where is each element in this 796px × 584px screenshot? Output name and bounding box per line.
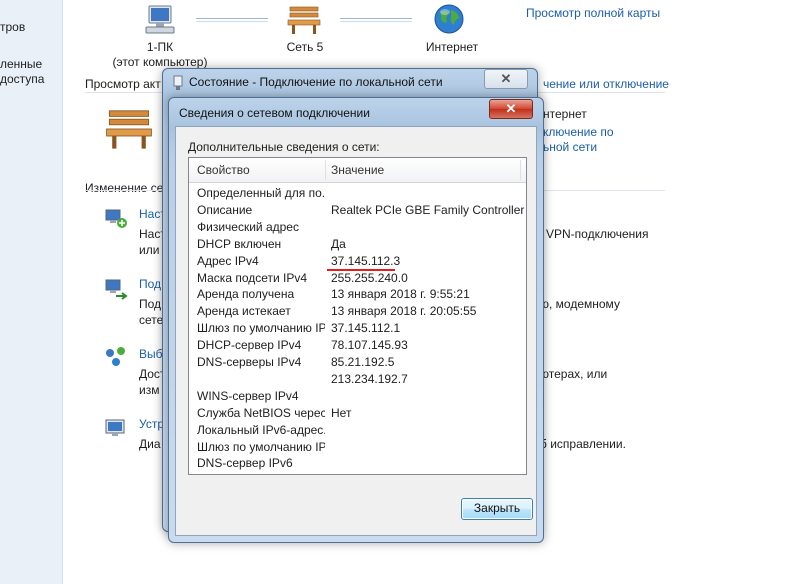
table-row[interactable]: Шлюз по умолчанию IP... 37.145.112.1: [189, 320, 526, 337]
table-row[interactable]: Физический адрес: [189, 219, 526, 236]
connect-disconnect-link[interactable]: чение или отключение: [543, 77, 669, 91]
table-row[interactable]: Маска подсети IPv4 255.255.240.0: [189, 270, 526, 287]
change-settings-heading: Изменение се: [85, 181, 164, 195]
details-dialog-body: Дополнительные сведения о сети: Свойство…: [175, 126, 537, 536]
property-cell: Маска подсети IPv4: [197, 270, 308, 285]
property-cell: Адрес IPv4: [197, 253, 259, 268]
list-header: Свойство Значение: [189, 158, 526, 183]
table-row[interactable]: Локальный IPv6-адрес...: [189, 422, 526, 439]
network-connect-icon: [104, 277, 128, 304]
map-node-label: Сеть 5: [286, 40, 324, 54]
map-connection-line: [196, 18, 268, 22]
map-node-sublabel: (этот компьютер): [112, 55, 208, 69]
value-cell: 37.145.112.1: [331, 321, 401, 336]
table-row[interactable]: DHCP включен Да: [189, 236, 526, 253]
bench-icon[interactable]: [287, 5, 321, 38]
table-row[interactable]: WINS-сервер IPv4: [189, 388, 526, 405]
value-cell: 13 января 2018 г. 20:05:55: [331, 304, 477, 319]
bench-icon: [104, 108, 154, 153]
table-row[interactable]: DNS-серверы IPv4 85.21.192.5: [189, 354, 526, 371]
table-row[interactable]: Шлюз по умолчанию IP...: [189, 439, 526, 456]
value-cell: 13 января 2018 г. 9:55:21: [331, 287, 470, 302]
network-status-icon: [171, 75, 185, 94]
property-cell: Локальный IPv6-адрес...: [197, 422, 325, 437]
value-cell: 213.234.192.7: [331, 371, 408, 386]
local-connection-link[interactable]: ьной сети: [543, 140, 597, 154]
local-connection-link[interactable]: ключение по: [543, 125, 614, 139]
property-cell: WINS-сервер IPv4: [197, 388, 299, 403]
task-link[interactable]: Выб: [139, 347, 163, 361]
details-dialog-title: Сведения о сетевом подключении: [179, 106, 370, 120]
value-cell: 255.255.240.0: [331, 270, 408, 285]
task-description: VPN-подключения: [546, 227, 649, 241]
view-active-networks-heading: Просмотр акт: [85, 77, 161, 91]
task-description: или: [139, 243, 160, 257]
status-dialog-title: Состояние - Подключение по локальной сет…: [189, 75, 443, 89]
ipv4-address-value: 37.145.112.3: [331, 253, 401, 268]
task-description: Диа: [139, 437, 161, 451]
network-setup-icon: [104, 206, 128, 233]
property-cell: Аренда истекает: [197, 304, 291, 319]
map-node-label: Интернет: [425, 40, 479, 54]
value-cell: 85.21.192.5: [331, 355, 395, 369]
close-button[interactable]: ✕: [489, 99, 533, 119]
details-dialog: Сведения о сетевом подключении ✕ Дополни…: [168, 97, 544, 543]
property-cell: Определенный для по...: [197, 186, 325, 200]
view-full-map-link[interactable]: Просмотр полной карты: [526, 6, 660, 20]
left-navigation-pane: тров ленные доступа: [0, 0, 63, 584]
property-cell: Шлюз по умолчанию IP...: [197, 321, 325, 336]
column-divider[interactable]: [520, 160, 521, 180]
task-description: б исправлении.: [540, 437, 626, 451]
access-type-value: нтернет: [543, 107, 587, 121]
task-link[interactable]: Устр: [139, 417, 164, 431]
value-cell: Нет: [331, 405, 352, 420]
table-row[interactable]: Определенный для по...: [189, 185, 526, 202]
computer-icon[interactable]: [143, 4, 177, 39]
property-cell: DNS-сервер IPv6: [197, 456, 293, 471]
details-list[interactable]: Свойство Значение Определенный для по...…: [188, 157, 527, 475]
task-description: сете: [139, 313, 164, 327]
task-link[interactable]: Под: [139, 277, 161, 291]
table-row[interactable]: Описание Realtek PCIe GBE Family Controll…: [189, 202, 526, 219]
homegroup-icon: [104, 345, 128, 372]
value-cell: 78.107.145.93: [331, 338, 408, 353]
task-description: Под: [139, 297, 162, 311]
left-nav-item[interactable]: ленные: [0, 57, 42, 71]
value-cell: Да: [331, 236, 346, 251]
table-row[interactable]: Аренда получена 13 января 2018 г. 9:55:21: [189, 286, 526, 303]
value-cell: Realtek PCIe GBE Family Controller: [331, 202, 525, 217]
troubleshoot-icon: [104, 417, 128, 444]
column-header-property[interactable]: Свойство: [197, 163, 250, 177]
table-row[interactable]: DHCP-сервер IPv4 78.107.145.93: [189, 337, 526, 354]
property-cell: Служба NetBIOS черес...: [197, 405, 325, 420]
close-dialog-button[interactable]: Закрыть: [461, 498, 533, 520]
close-button[interactable]: ✕: [484, 69, 528, 89]
property-cell: Описание: [197, 202, 253, 217]
property-cell: DHCP включен: [197, 236, 282, 251]
task-description: ютерах, или: [540, 367, 608, 381]
map-connection-line: [340, 18, 412, 22]
property-cell: DNS-серверы IPv4: [197, 355, 302, 369]
left-nav-item[interactable]: доступа: [0, 72, 44, 86]
table-row[interactable]: Аренда истекает 13 января 2018 г. 20:05:5…: [189, 303, 526, 320]
task-description: изм: [139, 383, 160, 397]
table-row[interactable]: Адрес IPv4 37.145.112.3: [189, 253, 526, 271]
globe-icon[interactable]: [433, 3, 465, 38]
property-cell: Шлюз по умолчанию IP...: [197, 439, 325, 454]
table-row[interactable]: 213.234.192.7: [189, 371, 526, 388]
column-divider[interactable]: [325, 160, 326, 180]
table-row[interactable]: Служба NetBIOS черес... Нет: [189, 405, 526, 422]
details-caption: Дополнительные сведения о сети:: [188, 140, 380, 154]
property-cell: DHCP-сервер IPv4: [197, 338, 302, 353]
task-description: ю, модемному: [540, 297, 620, 311]
left-nav-item[interactable]: тров: [0, 20, 25, 34]
column-header-value[interactable]: Значение: [331, 163, 384, 177]
property-cell: Аренда получена: [197, 287, 295, 302]
map-node-label: 1-ПК: [146, 40, 174, 54]
table-row[interactable]: DNS-сервер IPv6: [189, 455, 526, 472]
property-cell: Физический адрес: [197, 219, 299, 234]
